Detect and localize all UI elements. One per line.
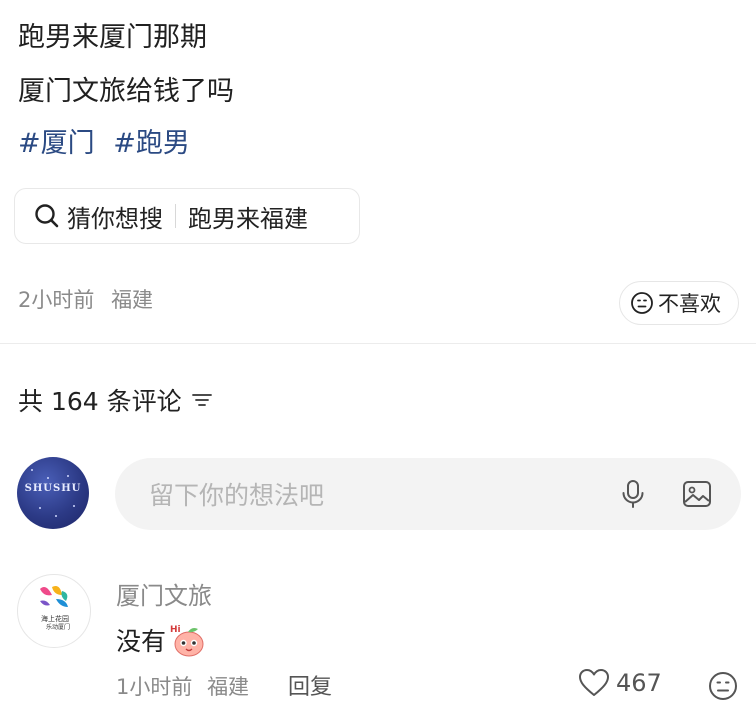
like-button[interactable]: 467 <box>578 668 662 698</box>
search-suggestion-chip[interactable]: 猜你想搜 跑男来福建 <box>14 188 360 244</box>
comment-author-avatar[interactable]: 海上花园 乐动厦门 <box>17 574 91 648</box>
post-meta: 2小时前 福建 <box>18 284 153 314</box>
heart-icon <box>579 669 609 696</box>
post-line-1: 跑男来厦门那期 <box>18 22 207 53</box>
svg-text:乐动厦门: 乐动厦门 <box>46 623 70 631</box>
comment-author[interactable]: 厦门文旅 <box>116 576 212 611</box>
comment-text: 没有 Hi <box>116 622 206 658</box>
dislike-label: 不喜欢 <box>658 292 721 316</box>
comment-count: 共 164 条评论 <box>18 387 182 416</box>
search-icon <box>35 204 59 228</box>
comment-time: 1小时前 <box>116 675 193 699</box>
search-suggestion-query: 跑男来福建 <box>188 204 308 233</box>
sticker-hi-text: Hi <box>170 625 181 635</box>
dislike-button[interactable]: 不喜欢 <box>619 281 739 325</box>
comment-body: 没有 <box>116 627 167 656</box>
sad-face-icon <box>631 292 653 314</box>
mic-icon[interactable] <box>617 478 649 510</box>
xiamen-tourism-logo: 海上花园 乐动厦门 <box>40 586 70 631</box>
reply-button[interactable]: 回复 <box>288 669 332 701</box>
search-suggestion-prefix: 猜你想搜 <box>67 204 163 233</box>
post-location: 福建 <box>111 288 154 312</box>
my-avatar[interactable]: SHUSHU <box>17 457 89 529</box>
svg-text:海上花园: 海上花园 <box>41 614 69 623</box>
chip-divider <box>175 204 176 228</box>
sort-icon[interactable] <box>190 388 214 412</box>
like-count: 467 <box>616 669 662 697</box>
peach-sticker-icon: Hi <box>170 625 204 657</box>
image-icon[interactable] <box>681 478 713 510</box>
post-line-2: 厦门文旅给钱了吗 <box>18 76 234 107</box>
hashtag-xiamen[interactable]: #厦门 <box>18 128 95 159</box>
comment-meta: 1小时前 福建 <box>116 671 249 701</box>
post-time: 2小时前 <box>18 288 95 312</box>
comment-dislike-icon[interactable] <box>707 670 739 702</box>
comments-header: 共 164 条评论 <box>18 382 214 418</box>
hashtag-list: #厦门 #跑男 <box>18 124 200 164</box>
comment-input[interactable] <box>147 458 591 532</box>
avatar-text: SHUSHU <box>24 483 82 494</box>
section-divider <box>0 343 756 344</box>
hashtag-running-man[interactable]: #跑男 <box>113 128 190 159</box>
comment-location: 福建 <box>207 675 250 699</box>
comment-composer[interactable] <box>115 458 741 532</box>
